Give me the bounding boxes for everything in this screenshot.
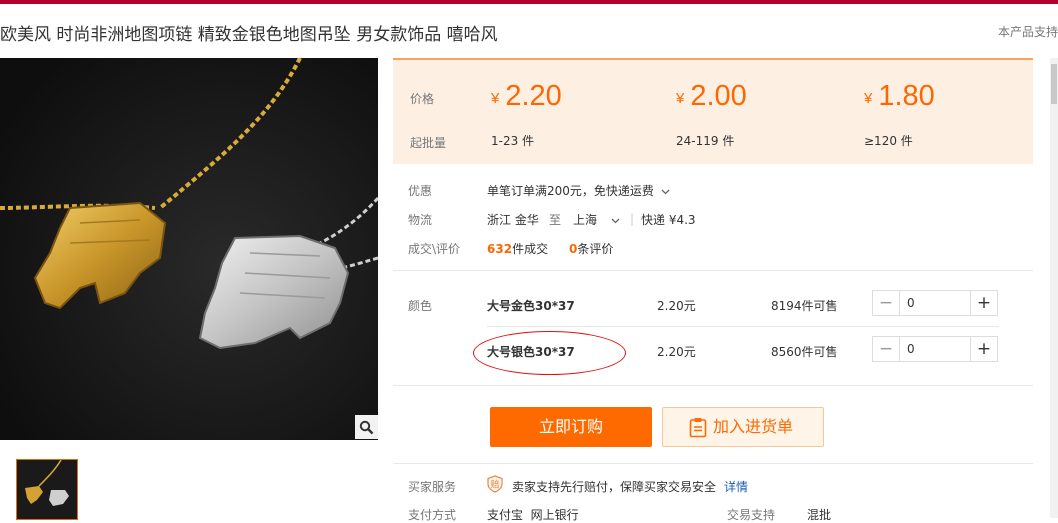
sku-price-gold: 2.20元: [657, 299, 696, 313]
promo-label: 优惠: [408, 184, 433, 198]
quantity-stepper-silver[interactable]: − 0 +: [872, 336, 998, 362]
shield-compensation-icon: 赔: [487, 475, 503, 493]
price-tier-2: ¥2.00: [676, 80, 747, 112]
destination-text: 上海: [573, 213, 598, 227]
qty-tier-1: 1-23 件: [491, 134, 535, 148]
promo-text: 单笔订单满200元，免快递运费: [487, 184, 654, 198]
ship-from: 浙江 金华: [487, 213, 539, 227]
product-title: 欧美风 时尚非洲地图项链 精致金银色地图吊坠 男女款饰品 嘻哈风: [0, 25, 498, 45]
color-label: 颜色: [408, 299, 433, 313]
deal-review-label: 成交\评价: [408, 242, 461, 256]
sku-price-silver: 2.20元: [657, 345, 696, 359]
add-to-cart-button[interactable]: 加入进货单: [662, 407, 824, 447]
quantity-stepper-gold[interactable]: − 0 +: [872, 290, 998, 316]
section-divider: [393, 385, 1033, 386]
sku-stock-silver: 8560件可售: [771, 345, 838, 359]
trade-support-value: 混批: [807, 508, 832, 522]
magnifier-icon: [359, 420, 374, 434]
thumbnail-image[interactable]: [16, 459, 78, 520]
clipboard-list-icon: [689, 418, 707, 438]
price-tier-3: ¥1.80: [864, 80, 935, 112]
increment-button[interactable]: +: [970, 337, 997, 361]
sku-row-divider: [487, 326, 999, 327]
chevron-down-icon: [661, 189, 670, 195]
buy-now-button[interactable]: 立即订购: [490, 407, 652, 447]
express-fee: 快递 ¥4.3: [641, 213, 696, 227]
ship-destination-select[interactable]: 上海: [573, 211, 620, 228]
review-count[interactable]: 0条评价: [569, 240, 613, 257]
sku-name-gold: 大号金色30*37: [487, 299, 575, 313]
promo-dropdown[interactable]: 单笔订单满200元，免快递运费: [487, 182, 670, 199]
scrollbar-thumb[interactable]: [1051, 64, 1057, 104]
top-accent-bar: [0, 0, 1058, 4]
chevron-down-icon: [611, 218, 620, 224]
decrement-button[interactable]: −: [873, 291, 900, 315]
product-support-link[interactable]: 本产品支持: [998, 23, 1058, 40]
decrement-button[interactable]: −: [873, 337, 900, 361]
quantity-input[interactable]: 0: [907, 296, 915, 310]
divider-bar: |: [630, 212, 635, 226]
add-to-cart-label: 加入进货单: [713, 417, 794, 436]
qty-tier-3: ≥120 件: [864, 134, 913, 148]
increment-button[interactable]: +: [970, 291, 997, 315]
section-divider: [393, 463, 1033, 464]
price-panel: 价格 起批量 ¥2.20 ¥2.00 ¥1.80 1-23 件 24-119 件…: [393, 58, 1033, 164]
deal-count[interactable]: 632件成交: [487, 240, 548, 257]
thumbnail-photo: [17, 460, 75, 518]
price-label: 价格: [410, 92, 435, 106]
zoom-button[interactable]: [355, 415, 378, 439]
payment-methods: 支付宝 网上银行: [487, 508, 579, 522]
necklace-photo: [0, 58, 378, 440]
product-main-image[interactable]: [0, 58, 378, 440]
logistics-label: 物流: [408, 213, 433, 227]
payment-label: 支付方式: [408, 508, 457, 522]
page-scrollbar[interactable]: [1050, 58, 1058, 518]
ship-to-word: 至: [549, 213, 562, 227]
buyer-service-label: 买家服务: [408, 480, 457, 494]
svg-text:赔: 赔: [490, 479, 499, 491]
section-divider: [393, 270, 1033, 271]
qty-tier-2: 24-119 件: [676, 134, 735, 148]
service-detail-link[interactable]: 详情: [724, 478, 748, 495]
red-annotation-ellipse: [473, 331, 626, 375]
price-tier-1: ¥2.20: [491, 80, 562, 112]
service-text: 卖家支持先行赔付，保障买家交易安全: [512, 480, 717, 494]
trade-support-label: 交易支持: [727, 508, 776, 522]
min-order-label: 起批量: [410, 136, 447, 150]
quantity-input[interactable]: 0: [907, 342, 915, 356]
sku-stock-gold: 8194件可售: [771, 299, 838, 313]
